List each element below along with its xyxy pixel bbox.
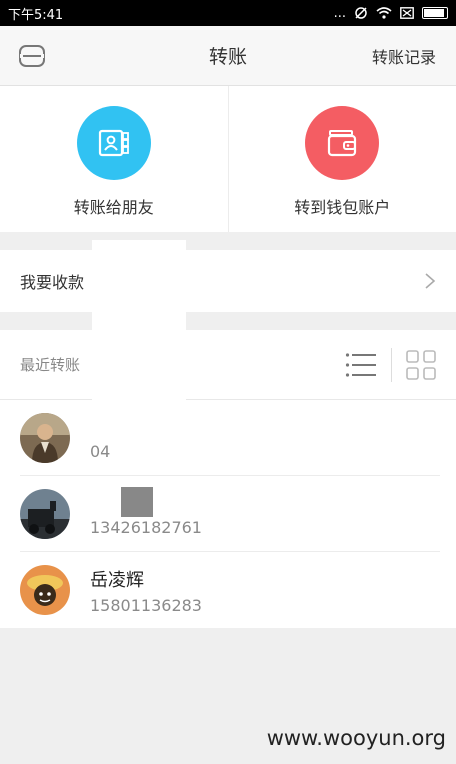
top-bar: 转账 转账记录 bbox=[0, 26, 456, 86]
transfer-actions: 转账给朋友 转到钱包账户 bbox=[0, 86, 456, 232]
recent-transfers: 最近转账 04 13426182761 岳凌辉 15801136283 bbox=[0, 330, 456, 628]
grid-view-icon[interactable] bbox=[406, 349, 436, 380]
contact-row[interactable]: 13426182761 bbox=[0, 476, 456, 552]
contact-phone: 13426182761 bbox=[90, 517, 202, 537]
status-bar: 下午5:41 ... bbox=[0, 0, 456, 26]
contact-row[interactable]: 04 bbox=[0, 400, 456, 476]
transfer-to-friend-button[interactable]: 转账给朋友 bbox=[0, 86, 228, 232]
view-toggle-divider bbox=[391, 347, 392, 382]
avatar bbox=[20, 413, 70, 463]
contact-row[interactable]: 岳凌辉 15801136283 bbox=[0, 552, 456, 628]
transfer-history-link[interactable]: 转账记录 bbox=[372, 44, 436, 68]
watermark: www.wooyun.org bbox=[266, 726, 446, 750]
contact-card-icon bbox=[76, 106, 151, 180]
transfer-to-friend-label: 转账给朋友 bbox=[73, 198, 154, 217]
chevron-right-icon bbox=[425, 273, 436, 289]
wallet-icon bbox=[305, 106, 380, 180]
transfer-to-wallet-label: 转到钱包账户 bbox=[294, 198, 391, 217]
recent-header: 最近转账 bbox=[0, 330, 456, 400]
list-view-icon[interactable] bbox=[345, 352, 377, 378]
avatar bbox=[20, 489, 70, 539]
sim-icon bbox=[400, 7, 414, 19]
avatar bbox=[20, 565, 70, 615]
redaction-mask bbox=[92, 240, 186, 332]
receive-money-row[interactable]: 我要收款 bbox=[0, 250, 456, 312]
contact-phone: 15801136283 bbox=[90, 595, 202, 615]
redaction-mask bbox=[121, 487, 153, 517]
more-notifications-icon: ... bbox=[333, 5, 346, 21]
wifi-icon bbox=[376, 7, 392, 19]
redaction-mask bbox=[92, 345, 186, 445]
status-time: 下午5:41 bbox=[8, 7, 64, 23]
alarm-icon bbox=[355, 7, 367, 19]
scan-menu-icon[interactable] bbox=[18, 42, 46, 70]
receive-money-label: 我要收款 bbox=[20, 273, 85, 292]
transfer-to-wallet-button[interactable]: 转到钱包账户 bbox=[227, 86, 456, 232]
contact-name: 岳凌辉 bbox=[90, 569, 144, 591]
battery-icon bbox=[422, 7, 448, 19]
